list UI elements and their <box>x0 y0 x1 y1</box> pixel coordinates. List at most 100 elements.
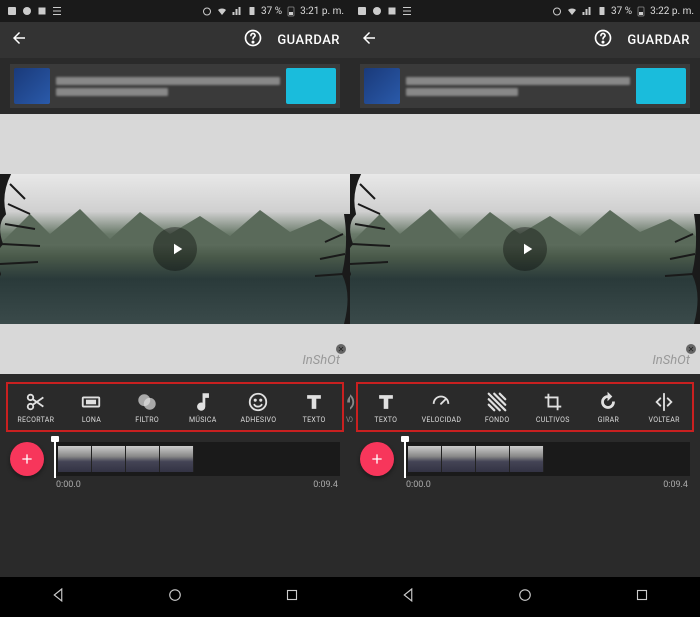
tool-lona[interactable]: LONA <box>69 391 113 424</box>
edit-toolbar: SIVO TEXTO VELOCIDAD FONDO CULTIVOS GIRA… <box>356 382 694 432</box>
edit-toolbar: RECORTAR LONA FILTRO MÚSICA ADHESIVO TEX… <box>6 382 344 432</box>
sim-icon <box>246 5 258 17</box>
help-icon[interactable] <box>593 28 613 52</box>
playhead[interactable] <box>404 440 406 478</box>
nav-home[interactable] <box>166 586 184 608</box>
watermark[interactable]: InShOt <box>652 353 690 368</box>
nav-recent[interactable] <box>633 586 651 608</box>
tool-label: TEXTO <box>374 416 397 424</box>
add-clip-button[interactable] <box>10 442 44 476</box>
video-preview: InShOt ✕ <box>0 114 350 374</box>
ad-thumbnail <box>364 68 400 104</box>
nav-home[interactable] <box>516 586 534 608</box>
tool-peek-prev[interactable]: SIVO <box>350 391 360 424</box>
video-preview: InShOt ✕ <box>350 114 700 374</box>
battery-icon <box>635 5 647 17</box>
alarm-icon <box>201 5 213 17</box>
tool-label: VELOCIDAD <box>422 416 462 424</box>
watermark[interactable]: InShOt <box>302 353 340 368</box>
tool-cultivos[interactable]: CULTIVOS <box>531 391 575 424</box>
notif-icon <box>401 5 413 17</box>
ad-cta-button[interactable] <box>636 68 686 104</box>
tool-label: CULTIVOS <box>536 416 570 424</box>
time-end: 0:09.4 <box>663 480 688 490</box>
notif-icon <box>6 5 18 17</box>
tool-label: VOLTEAR <box>649 416 680 424</box>
notif-icon <box>36 5 48 17</box>
time-start: 0:00.0 <box>406 480 431 490</box>
watermark-remove-icon[interactable]: ✕ <box>686 344 696 354</box>
back-button[interactable] <box>360 29 378 51</box>
ad-banner[interactable] <box>360 64 690 108</box>
tool-girar[interactable]: GIRAR <box>586 391 630 424</box>
timeline-area <box>0 432 350 480</box>
tool-adhesivo[interactable]: ADHESIVO <box>236 391 280 424</box>
tool-label: FILTRO <box>135 416 159 424</box>
ad-text <box>56 74 280 99</box>
ad-thumbnail <box>14 68 50 104</box>
timeline-track[interactable] <box>404 442 690 476</box>
tool-voltear[interactable]: VOLTEAR <box>642 391 686 424</box>
notif-icon <box>386 5 398 17</box>
tool-label: RECORTAR <box>17 416 54 424</box>
tool-texto[interactable]: TEXTO <box>292 391 336 424</box>
save-button[interactable]: GUARDAR <box>627 33 690 48</box>
music-icon <box>192 391 214 413</box>
tool-recortar[interactable]: RECORTAR <box>14 391 58 424</box>
back-button[interactable] <box>10 29 28 51</box>
clock-text: 3:21 p. m. <box>300 6 344 17</box>
notif-icon <box>356 5 368 17</box>
tool-label: SIVO <box>350 416 353 424</box>
screen-right: 37 % 3:22 p. m. GUARDAR InShOt ✕ <box>350 0 700 617</box>
sticker-icon <box>247 391 269 413</box>
battery-text: 37 % <box>261 6 282 17</box>
save-button[interactable]: GUARDAR <box>277 33 340 48</box>
ad-cta-button[interactable] <box>286 68 336 104</box>
screen-left: 37 % 3:21 p. m. GUARDAR InShOt ✕ <box>0 0 350 617</box>
sticker-icon <box>350 391 356 413</box>
scissors-icon <box>25 391 47 413</box>
tool-velocidad[interactable]: VELOCIDAD <box>419 391 463 424</box>
play-button[interactable] <box>503 227 547 271</box>
alarm-icon <box>551 5 563 17</box>
ad-text <box>406 74 630 99</box>
text-icon <box>375 391 397 413</box>
help-icon[interactable] <box>243 28 263 52</box>
wifi-icon <box>216 5 228 17</box>
signal-icon <box>581 5 593 17</box>
time-end: 0:09.4 <box>313 480 338 490</box>
crop-icon <box>542 391 564 413</box>
playhead[interactable] <box>54 440 56 478</box>
nav-back[interactable] <box>49 586 67 608</box>
tool-fondo[interactable]: FONDO <box>475 391 519 424</box>
timeline-track[interactable] <box>54 442 340 476</box>
canvas-icon <box>80 391 102 413</box>
notif-icon <box>371 5 383 17</box>
ad-banner[interactable] <box>10 64 340 108</box>
tool-musica[interactable]: MÚSICA <box>181 391 225 424</box>
rotate-icon <box>597 391 619 413</box>
app-topbar: GUARDAR <box>0 22 350 58</box>
timeline-area <box>350 432 700 480</box>
android-navbar <box>350 577 700 617</box>
android-navbar <box>0 577 350 617</box>
nav-recent[interactable] <box>283 586 301 608</box>
add-clip-button[interactable] <box>360 442 394 476</box>
tool-filtro[interactable]: FILTRO <box>125 391 169 424</box>
battery-text: 37 % <box>611 6 632 17</box>
background-icon <box>486 391 508 413</box>
text-icon <box>303 391 325 413</box>
nav-back[interactable] <box>399 586 417 608</box>
tool-peek-next[interactable]: VELO <box>340 391 350 424</box>
tool-label: TEXTO <box>303 416 326 424</box>
speed-icon <box>430 391 452 413</box>
status-bar: 37 % 3:21 p. m. <box>0 0 350 22</box>
tool-label: LONA <box>82 416 101 424</box>
tool-texto[interactable]: TEXTO <box>364 391 408 424</box>
flip-icon <box>653 391 675 413</box>
app-topbar: GUARDAR <box>350 22 700 58</box>
tool-label: GIRAR <box>598 416 619 424</box>
play-button[interactable] <box>153 227 197 271</box>
notif-icon <box>51 5 63 17</box>
watermark-remove-icon[interactable]: ✕ <box>336 344 346 354</box>
